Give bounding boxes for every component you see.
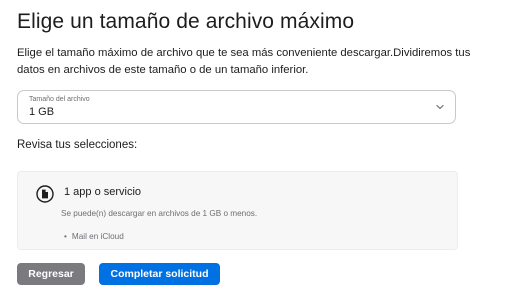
page-description: Elige el tamaño máximo de archivo que te… xyxy=(17,47,471,76)
back-button[interactable]: Regresar xyxy=(17,263,85,285)
list-item: • Mail en iCloud xyxy=(64,232,124,241)
file-size-select-value: 1 GB xyxy=(29,106,55,118)
file-size-select-label: Tamaño del archivo xyxy=(29,96,90,103)
selection-summary-card: 1 app o servicio Se puede(n) descargar e… xyxy=(17,171,458,250)
bullet-icon: • xyxy=(64,232,67,241)
file-size-select[interactable]: Tamaño del archivo 1 GB xyxy=(17,90,456,124)
list-item-label: Mail en iCloud xyxy=(71,232,124,241)
service-count: 1 app o servicio xyxy=(64,186,142,198)
page-title: Elige un tamaño de archivo máximo xyxy=(17,10,355,33)
complete-request-button[interactable]: Completar solicitud xyxy=(99,263,220,285)
page: Elige un tamaño de archivo máximo Elige … xyxy=(0,0,520,307)
size-note: Se puede(n) descargar en archivos de 1 G… xyxy=(61,209,258,218)
chevron-down-icon xyxy=(436,104,444,110)
review-heading: Revisa tus selecciones: xyxy=(17,139,138,151)
document-icon xyxy=(36,185,54,203)
